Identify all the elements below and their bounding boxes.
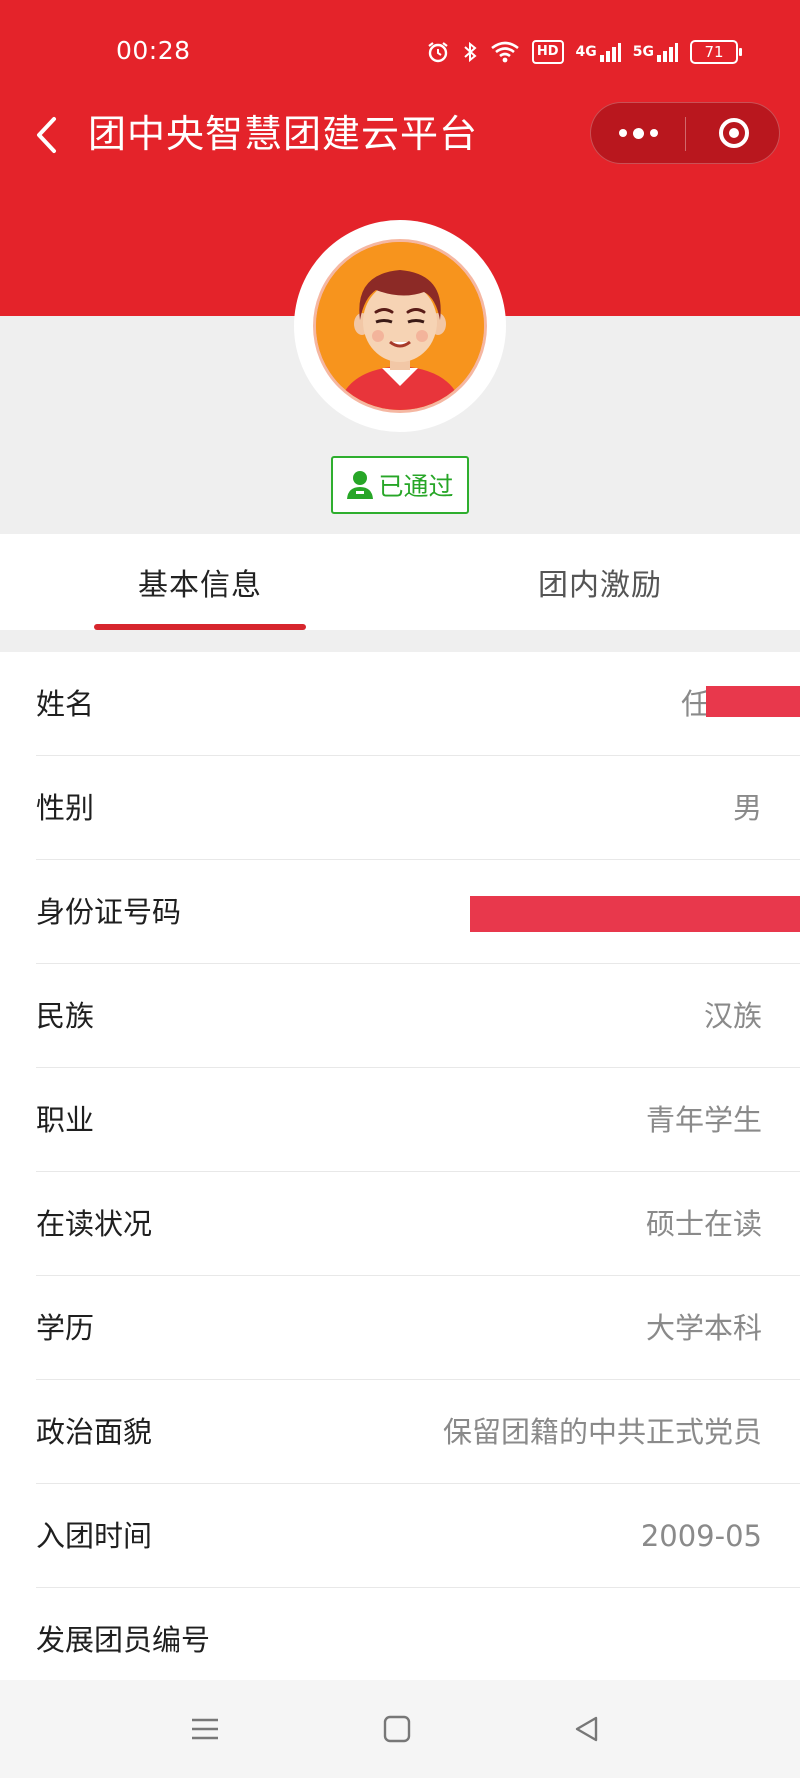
info-row-name: 姓名 任 (36, 652, 800, 756)
back-button[interactable] (26, 112, 66, 158)
info-row-gender: 性别 男 (36, 756, 800, 860)
info-value: 青年学生 (645, 1103, 762, 1137)
redaction-block (706, 686, 800, 717)
alarm-icon (426, 40, 450, 64)
section-divider (0, 630, 800, 652)
info-row-id-number: 身份证号码 (36, 860, 800, 964)
info-value: 大学本科 (645, 1311, 762, 1345)
info-label: 入团时间 (36, 1519, 153, 1553)
info-row-member-number: 发展团员编号 (36, 1588, 800, 1692)
info-label: 政治面貌 (36, 1415, 153, 1449)
info-label: 在读状况 (36, 1207, 153, 1241)
more-button[interactable] (591, 103, 686, 163)
redaction-block (470, 896, 800, 932)
info-label: 身份证号码 (36, 895, 182, 929)
triangle-back-icon (575, 1716, 598, 1742)
signal-5g-icon: 5G (633, 41, 678, 63)
network-label-4g: 4G (575, 44, 597, 60)
page-title: 团中央智慧团建云平台 (88, 112, 479, 156)
info-label: 发展团员编号 (36, 1623, 211, 1657)
info-label: 性别 (36, 791, 95, 825)
close-button[interactable] (686, 103, 781, 163)
basic-info-list: 姓名 任 性别 男 身份证号码 民族 汉族 职业 青年学生 在读状况 硕士在读 … (0, 652, 800, 1692)
status-badge-label: 已通过 (378, 472, 454, 501)
info-value: 汉族 (703, 999, 762, 1033)
info-label: 职业 (36, 1103, 95, 1137)
info-row-education: 学历 大学本科 (36, 1276, 800, 1380)
info-value: 男 (732, 791, 762, 825)
info-row-political-status: 政治面貌 保留团籍的中共正式党员 (36, 1380, 800, 1484)
avatar[interactable] (316, 242, 484, 410)
tab-league-incentives[interactable]: 团内激励 (400, 534, 800, 630)
network-label-5g: 5G (632, 44, 654, 60)
person-badge-icon (347, 471, 374, 499)
hd-badge: HD (531, 40, 564, 64)
more-dots-icon (619, 127, 658, 139)
tab-bar: 基本信息 团内激励 (0, 534, 800, 630)
info-row-study-status: 在读状况 硕士在读 (36, 1172, 800, 1276)
menu-button[interactable] (180, 1704, 230, 1754)
wifi-icon (490, 40, 520, 64)
status-icons: HD 4G 5G 71 (426, 32, 742, 72)
avatar-frame (294, 220, 506, 432)
info-value: 保留团籍的中共正式党员 (442, 1415, 762, 1449)
back-nav-button[interactable] (562, 1704, 612, 1754)
info-label: 姓名 (36, 687, 95, 721)
bluetooth-icon (462, 40, 478, 64)
target-close-icon (718, 118, 749, 148)
menu-icon (192, 1718, 218, 1740)
mini-program-capsule (590, 102, 780, 164)
battery-icon: 71 (690, 40, 742, 64)
avatar-illustration-icon (316, 242, 484, 410)
info-label: 民族 (36, 999, 95, 1033)
info-row-occupation: 职业 青年学生 (36, 1068, 800, 1172)
system-navigation-bar (0, 1680, 800, 1778)
status-badge: 已通过 (331, 456, 469, 514)
square-home-icon (383, 1715, 411, 1743)
info-label: 学历 (36, 1311, 95, 1345)
info-row-join-date: 入团时间 2009-05 (36, 1484, 800, 1588)
chevron-left-icon (37, 117, 56, 153)
info-value: 硕士在读 (645, 1207, 762, 1241)
tab-basic-info[interactable]: 基本信息 (0, 534, 400, 630)
signal-4g-icon: 4G (576, 41, 621, 63)
home-button[interactable] (372, 1704, 422, 1754)
info-value: 2009-05 (640, 1519, 762, 1553)
status-time: 00:28 (116, 36, 191, 65)
info-row-ethnicity: 民族 汉族 (36, 964, 800, 1068)
